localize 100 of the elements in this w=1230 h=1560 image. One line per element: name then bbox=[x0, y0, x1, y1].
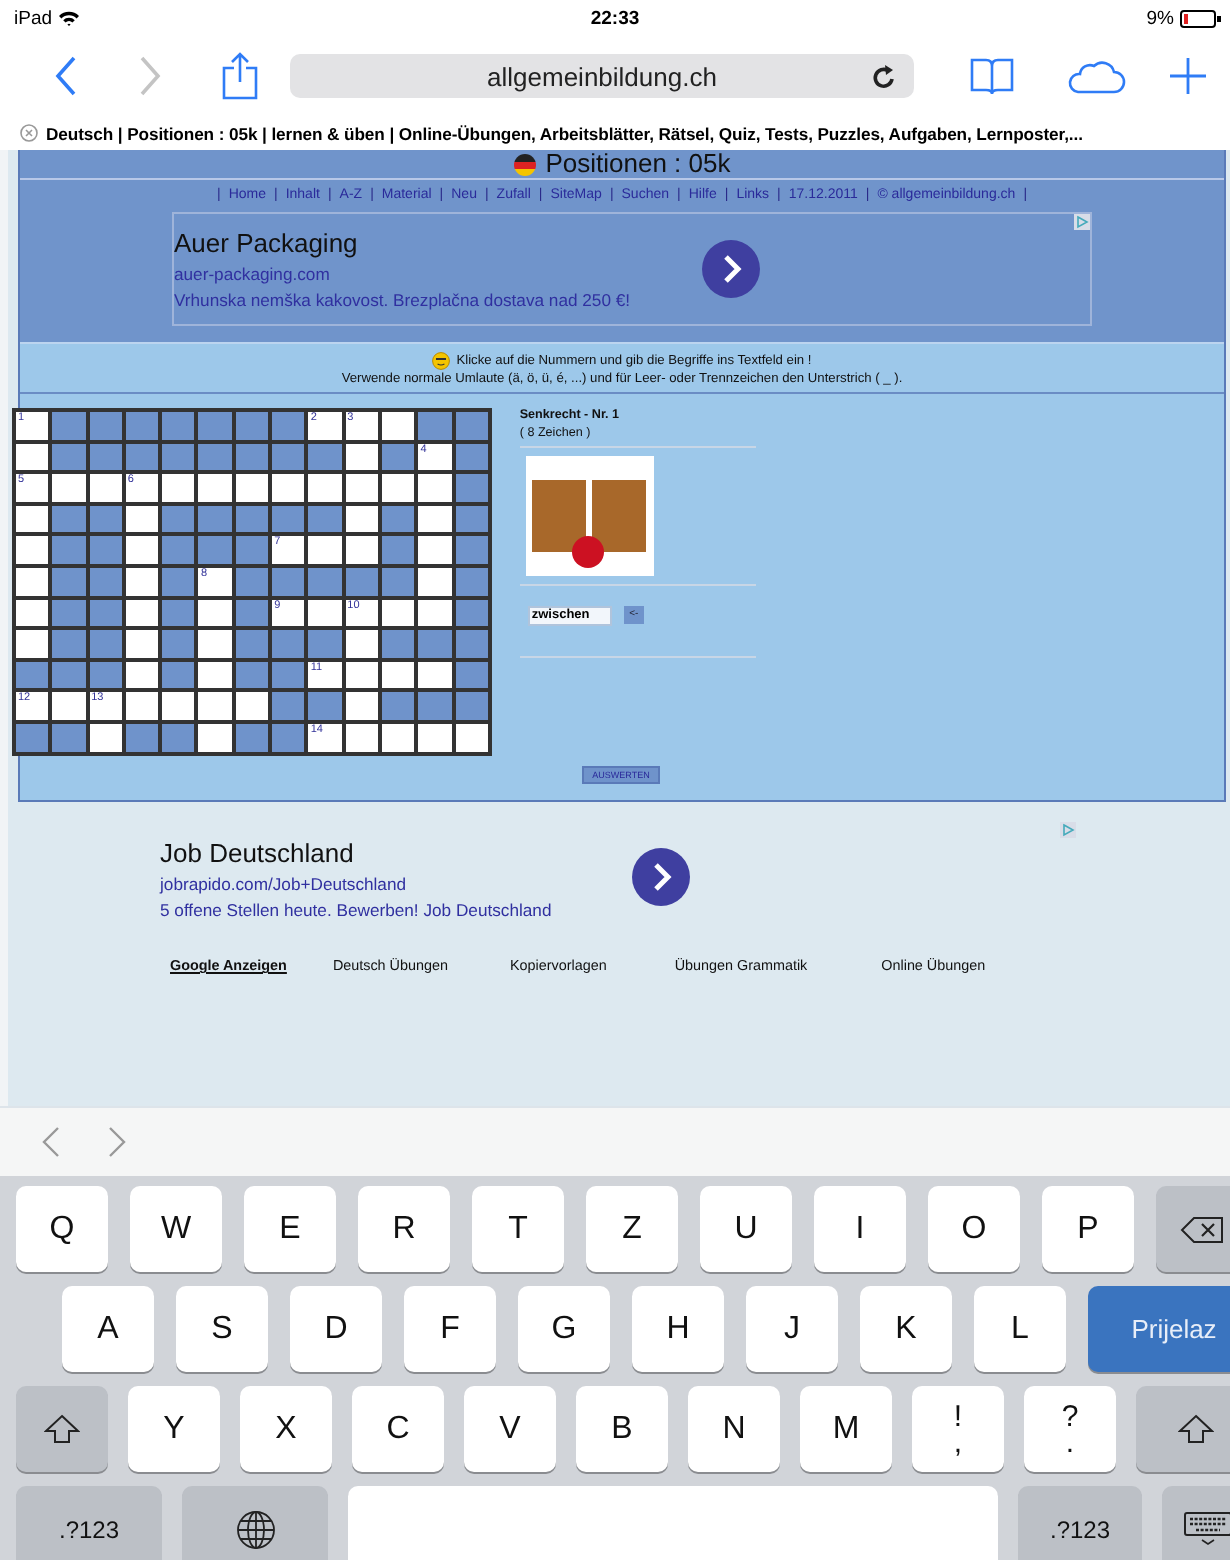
crossword-cell[interactable] bbox=[233, 472, 271, 504]
crossword-cell[interactable] bbox=[160, 472, 197, 504]
letter-key[interactable]: A bbox=[62, 1286, 154, 1372]
letter-key[interactable]: R bbox=[358, 1186, 450, 1272]
letter-key[interactable]: Q bbox=[16, 1186, 108, 1272]
crossword-cell[interactable] bbox=[343, 628, 380, 660]
arrow-button-icon[interactable] bbox=[702, 240, 760, 298]
crossword-cell[interactable] bbox=[196, 721, 234, 754]
ad-url[interactable]: jobrapido.com/Job+Deutschland bbox=[160, 873, 552, 893]
crossword-cell[interactable] bbox=[50, 472, 88, 504]
letter-key[interactable]: Y bbox=[128, 1386, 220, 1472]
letter-key[interactable]: U bbox=[700, 1186, 792, 1272]
crossword-cell[interactable] bbox=[343, 690, 380, 722]
crossword-cell[interactable] bbox=[416, 472, 454, 504]
letter-key[interactable]: M bbox=[800, 1386, 892, 1472]
numbers-key[interactable]: .?123 bbox=[16, 1486, 162, 1560]
ad-banner[interactable]: Auer Packaging auer-packaging.com Vrhunska nemška kakovost. Brezplačna dostava nad 250 €! bbox=[172, 212, 1092, 326]
crossword-cell[interactable] bbox=[196, 628, 234, 660]
crossword-cell[interactable] bbox=[123, 534, 161, 566]
letter-key[interactable]: X bbox=[240, 1386, 332, 1472]
shift-key[interactable] bbox=[1136, 1386, 1230, 1472]
letter-key[interactable]: W bbox=[130, 1186, 222, 1272]
letter-key[interactable]: D bbox=[290, 1286, 382, 1372]
arrow-button-icon[interactable] bbox=[632, 848, 690, 906]
ad-banner[interactable]: Job Deutschland jobrapido.com/Job+Deutschland 5 offene Stellen heute. Bewerben! Job Deutschland bbox=[160, 818, 1076, 938]
crossword-cell[interactable] bbox=[416, 534, 454, 566]
crossword-cell[interactable] bbox=[14, 565, 51, 598]
page-heading: Positionen : 05k bbox=[545, 152, 731, 176]
globe-key[interactable] bbox=[182, 1486, 328, 1560]
crossword-cell[interactable] bbox=[379, 410, 417, 442]
letter-key[interactable]: H bbox=[632, 1286, 724, 1372]
crossword-cell[interactable] bbox=[416, 659, 454, 691]
share-icon[interactable] bbox=[222, 52, 258, 100]
crossword-cell[interactable] bbox=[196, 690, 234, 722]
ad-text: 5 offene Stellen heute. Bewerben! Job Deutschland bbox=[160, 899, 552, 919]
battery-icon bbox=[1180, 9, 1222, 27]
back-icon[interactable] bbox=[54, 56, 78, 96]
letter-key[interactable]: N bbox=[688, 1386, 780, 1472]
crossword-cell[interactable] bbox=[416, 503, 454, 535]
shift-icon bbox=[44, 1414, 80, 1444]
crossword-cell[interactable] bbox=[87, 472, 124, 504]
delete-key[interactable] bbox=[1156, 1186, 1230, 1272]
previous-field-icon[interactable] bbox=[40, 1126, 60, 1158]
letter-key[interactable]: L bbox=[974, 1286, 1066, 1372]
punctuation-key[interactable]: ! , bbox=[912, 1386, 1004, 1472]
crossword-cell[interactable] bbox=[196, 472, 234, 504]
delete-icon bbox=[1180, 1215, 1224, 1243]
next-field-icon[interactable] bbox=[108, 1126, 128, 1158]
letter-key[interactable]: S bbox=[176, 1286, 268, 1372]
smiley-icon bbox=[432, 352, 451, 370]
cloud-icon[interactable] bbox=[1066, 58, 1126, 94]
crossword-cell[interactable] bbox=[306, 597, 344, 629]
shift-key[interactable] bbox=[16, 1386, 108, 1472]
address-field[interactable]: allgemeinbildung.ch bbox=[290, 54, 914, 98]
crossword-cell[interactable] bbox=[416, 597, 454, 629]
crossword-cell[interactable] bbox=[233, 690, 271, 722]
reload-icon[interactable] bbox=[872, 64, 896, 90]
return-key[interactable]: Prijelaz bbox=[1088, 1286, 1230, 1372]
letter-key[interactable]: I bbox=[814, 1186, 906, 1272]
letter-key[interactable]: T bbox=[472, 1186, 564, 1272]
photo-placeholder bbox=[525, 456, 654, 576]
crossword-cell[interactable] bbox=[123, 690, 161, 722]
crossword-cell[interactable] bbox=[14, 441, 51, 473]
crossword-cell[interactable] bbox=[123, 628, 161, 660]
punctuation-key[interactable]: ? . bbox=[1024, 1386, 1116, 1472]
crossword-cell[interactable] bbox=[416, 721, 454, 754]
crossword-cell[interactable] bbox=[196, 597, 234, 629]
crossword-cell[interactable] bbox=[14, 628, 51, 660]
ad-title[interactable]: Auer Packaging bbox=[174, 228, 631, 258]
letter-key[interactable]: E bbox=[244, 1186, 336, 1272]
crossword-cell[interactable] bbox=[160, 690, 197, 722]
letter-key[interactable]: J bbox=[746, 1286, 838, 1372]
crossword-cell[interactable] bbox=[196, 659, 234, 691]
crossword-cell[interactable] bbox=[343, 472, 380, 504]
close-icon[interactable] bbox=[20, 124, 38, 142]
letter-key[interactable]: C bbox=[352, 1386, 444, 1472]
shift-icon bbox=[1178, 1414, 1214, 1444]
crossword-cell[interactable] bbox=[379, 472, 417, 504]
crossword-cell[interactable] bbox=[14, 503, 51, 535]
device-name: iPad bbox=[14, 7, 53, 29]
crossword-cell[interactable] bbox=[343, 534, 380, 566]
crossword-cell[interactable] bbox=[14, 534, 51, 566]
ad-title[interactable]: Job Deutschland bbox=[160, 837, 552, 867]
crossword-cell[interactable] bbox=[306, 534, 344, 566]
numbers-key[interactable]: .?123 bbox=[1018, 1486, 1142, 1560]
plus-icon[interactable] bbox=[1170, 58, 1206, 94]
crossword-cell[interactable] bbox=[306, 472, 344, 504]
letter-key[interactable]: B bbox=[576, 1386, 668, 1472]
crossword-cell[interactable] bbox=[14, 597, 51, 629]
crossword-cell[interactable] bbox=[416, 565, 454, 598]
letter-key[interactable]: O bbox=[928, 1186, 1020, 1272]
book-icon[interactable] bbox=[970, 57, 1014, 95]
crossword-cell[interactable] bbox=[50, 690, 88, 722]
letter-key[interactable]: Z bbox=[586, 1186, 678, 1272]
letter-key[interactable]: V bbox=[464, 1386, 556, 1472]
crossword-cell[interactable] bbox=[270, 472, 307, 504]
letter-key[interactable]: P bbox=[1042, 1186, 1134, 1272]
letter-key[interactable]: K bbox=[860, 1286, 952, 1372]
letter-key[interactable]: G bbox=[518, 1286, 610, 1372]
letter-key[interactable]: F bbox=[404, 1286, 496, 1372]
